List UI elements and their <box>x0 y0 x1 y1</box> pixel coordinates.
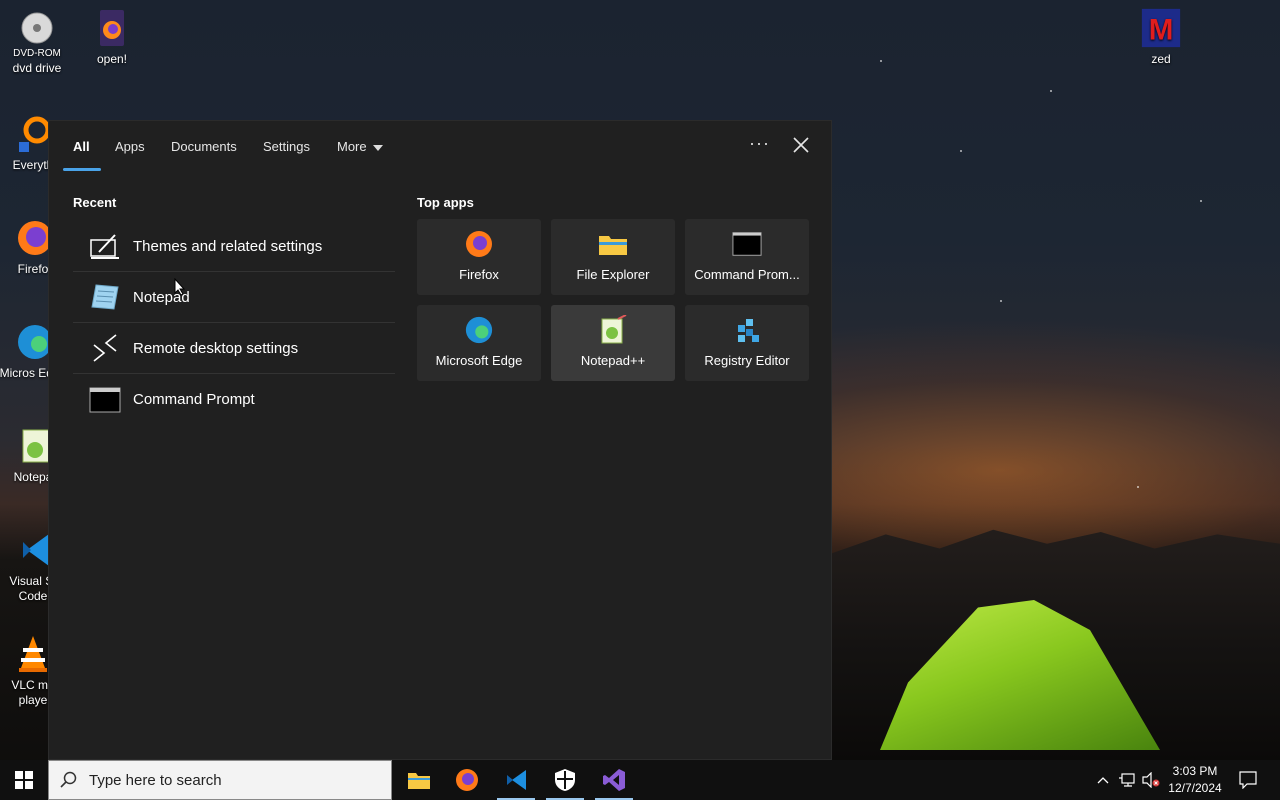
action-center-button[interactable] <box>1234 760 1262 800</box>
caret-down-icon <box>372 144 383 151</box>
recent-item-command-prompt[interactable]: Command Prompt <box>73 374 395 425</box>
recent-item-label: Remote desktop settings <box>133 339 299 357</box>
top-app-microsoft-edge[interactable]: Microsoft Edge <box>417 305 541 381</box>
mouse-cursor-icon <box>174 277 186 301</box>
more-options-button[interactable]: ··· <box>749 133 770 154</box>
start-button[interactable] <box>0 760 48 800</box>
notification-icon <box>1239 771 1257 789</box>
recent-title: Recent <box>73 195 117 210</box>
file-explorer-icon <box>598 229 628 259</box>
visual-studio-icon <box>603 769 625 791</box>
taskbar-security[interactable] <box>542 760 588 800</box>
taskbar-file-explorer[interactable] <box>396 760 442 800</box>
tray-network[interactable] <box>1116 760 1138 800</box>
wallpaper-star <box>1050 90 1052 92</box>
recent-item-label: Command Prompt <box>133 391 255 408</box>
vlc-icon <box>13 634 53 674</box>
recent-item-label: Themes and related settings <box>133 237 323 255</box>
tab-all[interactable]: All <box>73 139 90 154</box>
desktop-icon-sublabel: DVD-ROM <box>13 48 61 59</box>
firefox-icon <box>456 769 478 791</box>
taskbar-firefox[interactable] <box>444 760 490 800</box>
search-tabs: All Apps Documents Settings More ··· <box>49 121 831 173</box>
top-app-label: Notepad++ <box>580 353 646 368</box>
command-prompt-icon <box>81 387 129 413</box>
top-apps-title: Top apps <box>417 195 474 210</box>
desktop-icon-label: dvd drive <box>12 61 62 75</box>
firefox-icon <box>13 218 53 258</box>
windows-logo-icon <box>15 771 33 789</box>
taskbar-search-box[interactable]: Type here to search <box>48 760 392 800</box>
notepadpp-icon <box>598 315 628 345</box>
recent-item-themes[interactable]: Themes and related settings <box>73 221 395 272</box>
themes-settings-icon <box>81 232 129 260</box>
top-app-registry-editor[interactable]: Registry Editor <box>685 305 809 381</box>
wallpaper-star <box>1137 486 1139 488</box>
command-prompt-icon <box>732 229 762 259</box>
desktop-icon-open[interactable]: open! <box>75 8 149 67</box>
active-tab-indicator <box>63 168 101 171</box>
vscode-icon <box>13 530 53 570</box>
tab-more[interactable]: More <box>337 139 383 154</box>
volume-muted-icon <box>1142 772 1160 788</box>
svg-text:M: M <box>1149 13 1174 46</box>
desktop-icon-label: open! <box>96 52 128 66</box>
edge-icon <box>13 322 53 362</box>
desktop-icon-zed[interactable]: M zed <box>1124 8 1198 67</box>
search-placeholder: Type here to search <box>89 771 222 789</box>
top-app-label: File Explorer <box>576 267 650 282</box>
notepad-icon <box>81 283 129 311</box>
top-app-label: Registry Editor <box>704 353 790 368</box>
taskbar-visual-studio[interactable] <box>591 760 637 800</box>
wallpaper-star <box>1000 300 1002 302</box>
tab-settings[interactable]: Settings <box>263 139 310 154</box>
tray-volume[interactable] <box>1140 760 1162 800</box>
firefox-file-icon <box>92 8 132 48</box>
chevron-up-icon <box>1097 777 1109 784</box>
wallpaper-star <box>880 60 882 62</box>
recent-item-remote-desktop[interactable]: Remote desktop settings <box>73 323 395 374</box>
firefox-icon <box>464 229 494 259</box>
zed-icon: M <box>1141 8 1181 48</box>
desktop-icon-label: zed <box>1151 52 1171 66</box>
desktop-icon-dvd-drive[interactable]: DVD-ROM dvd drive <box>0 8 74 76</box>
recent-item-notepad[interactable]: Notepad <box>73 272 395 323</box>
shield-icon <box>555 769 575 791</box>
network-icon <box>1119 773 1135 787</box>
registry-editor-icon <box>732 315 762 345</box>
wallpaper-star <box>960 150 962 152</box>
taskbar-vscode[interactable] <box>493 760 539 800</box>
close-icon <box>793 137 809 153</box>
top-app-label: Command Prom... <box>694 267 800 282</box>
clock-date: 12/7/2024 <box>1168 781 1222 795</box>
top-app-file-explorer[interactable]: File Explorer <box>551 219 675 295</box>
vscode-icon <box>507 770 526 790</box>
top-app-label: Firefox <box>459 267 499 282</box>
file-explorer-icon <box>408 773 430 789</box>
taskbar: Type here to search 3:03 PM 12/7/2024 <box>0 760 1280 800</box>
recent-list: Themes and related settings Notepad Remo… <box>73 221 395 425</box>
edge-icon <box>464 315 494 345</box>
tab-documents[interactable]: Documents <box>171 139 237 154</box>
dvd-icon <box>17 8 57 48</box>
search-panel: All Apps Documents Settings More ··· Rec… <box>48 120 832 760</box>
taskbar-clock[interactable]: 3:03 PM 12/7/2024 <box>1160 763 1230 797</box>
notepadpp-icon <box>13 426 53 466</box>
tab-apps[interactable]: Apps <box>115 139 145 154</box>
top-app-label: Microsoft Edge <box>435 353 523 368</box>
tab-more-label: More <box>337 139 367 154</box>
remote-desktop-icon <box>81 333 129 363</box>
tray-show-hidden-icons[interactable] <box>1094 760 1112 800</box>
clock-time: 3:03 PM <box>1172 764 1218 778</box>
top-app-notepadpp[interactable]: Notepad++ <box>551 305 675 381</box>
top-app-firefox[interactable]: Firefox <box>417 219 541 295</box>
close-button[interactable] <box>789 133 813 157</box>
everything-icon <box>13 114 53 154</box>
top-app-command-prompt[interactable]: Command Prom... <box>685 219 809 295</box>
search-icon <box>49 771 89 789</box>
wallpaper-star <box>1200 200 1202 202</box>
